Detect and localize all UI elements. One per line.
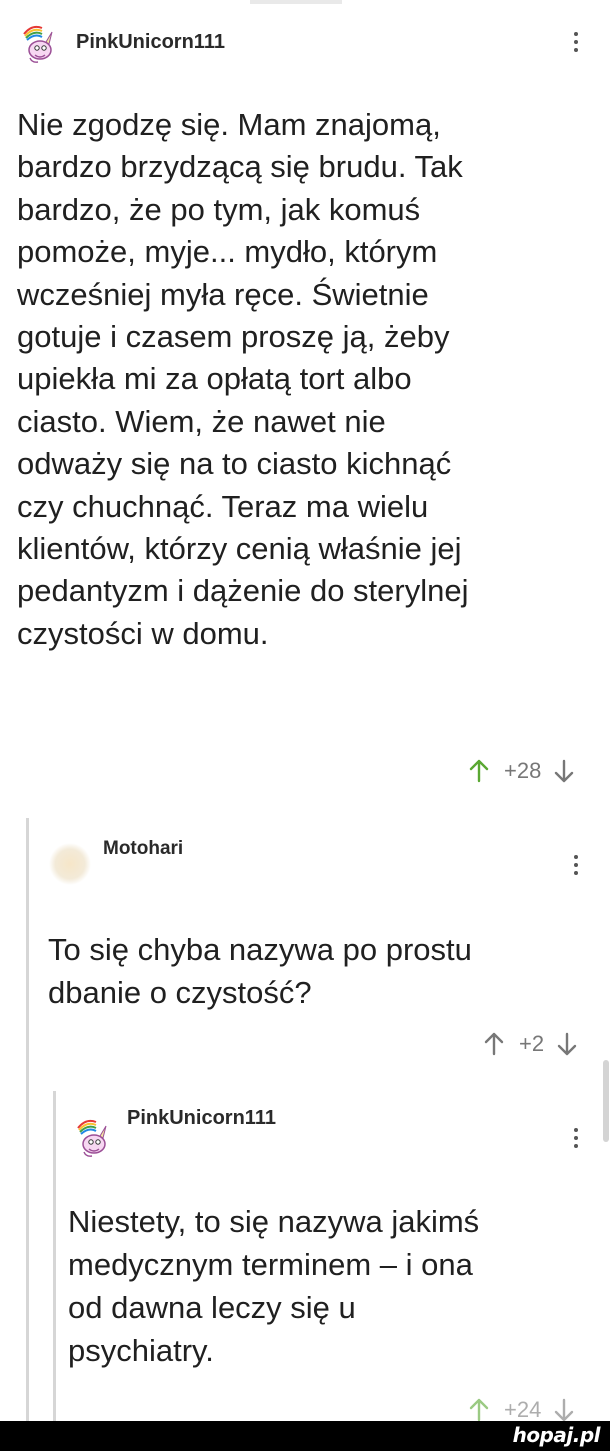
thread-line	[53, 1091, 56, 1421]
comment-1-votes: +28	[468, 758, 575, 784]
kebab-icon[interactable]	[566, 853, 586, 877]
comment-1-username[interactable]: PinkUnicorn111	[76, 31, 225, 54]
blurred-avatar[interactable]	[48, 842, 92, 886]
arrow-up-icon[interactable]	[468, 759, 490, 783]
top-shadow	[250, 0, 342, 4]
unicorn-avatar[interactable]	[18, 22, 62, 66]
arrow-up-icon[interactable]	[468, 1398, 490, 1422]
arrow-down-icon[interactable]	[556, 1032, 578, 1056]
comment-2-username[interactable]: Motohari	[103, 838, 183, 860]
arrow-down-icon[interactable]	[553, 1398, 575, 1422]
kebab-icon[interactable]	[566, 30, 586, 54]
scrollbar[interactable]	[603, 1060, 609, 1142]
comment-3-votes: +24	[468, 1397, 575, 1423]
thread-line	[26, 818, 29, 1421]
comment-3-text: Niestety, to się nazywa jakimś medycznym…	[68, 1204, 480, 1368]
comment-1-text: Nie zgodzę się. Mam znajomą, bardzo brzy…	[17, 107, 469, 651]
comment-2-votes: +2	[483, 1031, 578, 1057]
comment-2-score: +2	[519, 1031, 545, 1056]
comment-3-score: +24	[504, 1397, 542, 1422]
comment-2-text: To się chyba nazywa po prostu dbanie o c…	[48, 932, 472, 1010]
watermark-logo: hopaj.pl	[512, 1423, 601, 1447]
kebab-icon[interactable]	[566, 1126, 586, 1150]
comment-1-score: +28	[504, 758, 542, 783]
arrow-up-icon[interactable]	[483, 1032, 505, 1056]
comment-3-username[interactable]: PinkUnicorn111	[127, 1107, 276, 1130]
arrow-down-icon[interactable]	[553, 759, 575, 783]
unicorn-avatar[interactable]	[72, 1116, 116, 1160]
